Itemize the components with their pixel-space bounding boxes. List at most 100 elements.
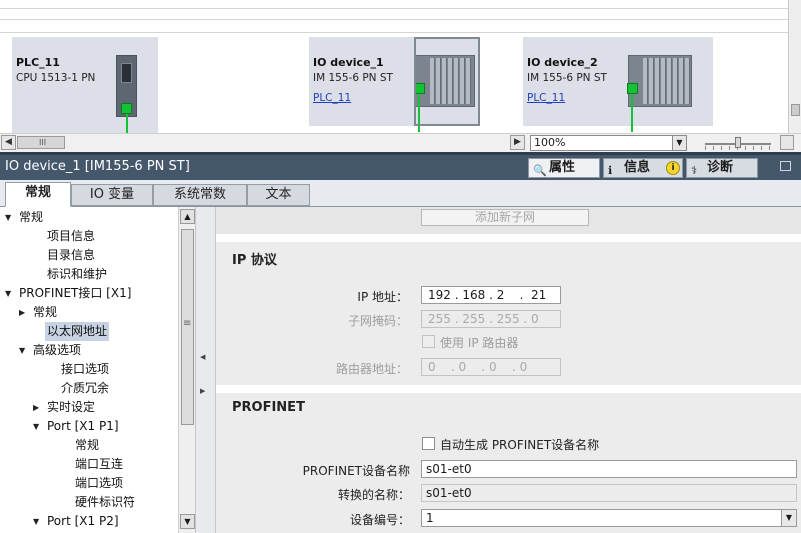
tree-item[interactable]: 实时设定 [47, 398, 95, 417]
tab-io-tags[interactable]: IO 变量 [71, 184, 153, 206]
ip-address-input[interactable]: 192 . 168 . 2 . 21 [421, 286, 561, 304]
zoom-fit-button[interactable] [780, 135, 794, 150]
navigation-tree: ▼ 常规 项目信息 目录信息 标识和维护 ▼ PROFINET接口 [X1] ▶ 常规 以太网地址… [0, 207, 196, 533]
tree-item[interactable]: 端口互连 [75, 455, 123, 474]
expanded-caret-icon[interactable]: ▼ [5, 284, 11, 303]
device-type: IM 155-6 PN ST [313, 72, 393, 84]
network-view[interactable]: PLC_11 CPU 1513-1 PN IO device_1 IM 155-… [0, 0, 801, 133]
device-type: IM 155-6 PN ST [527, 72, 607, 84]
tree-item[interactable]: 常规 [33, 303, 57, 322]
auto-generate-name-checkbox[interactable] [422, 437, 435, 450]
profinet-port-icon[interactable] [121, 103, 132, 114]
zoom-slider-handle[interactable] [735, 137, 741, 148]
profinet-section: PROFINET 自动生成 PROFINET设备名称 PROFINET设备名称 … [216, 393, 801, 533]
tree-item[interactable]: 目录信息 [47, 246, 95, 265]
device-number-select[interactable]: 1 ▼ [421, 509, 797, 527]
router-address-label: 路由器地址： [335, 362, 408, 376]
tree-item[interactable]: 项目信息 [47, 227, 95, 246]
tab-diagnostics[interactable]: ⚕ 诊断 [686, 158, 758, 178]
section-title: IP 协议 [232, 253, 277, 268]
scroll-down-button[interactable]: ▼ [180, 514, 195, 529]
device-type: CPU 1513-1 PN [16, 72, 96, 84]
tree-item[interactable]: 硬件标识符 [75, 493, 135, 512]
network-toolbar: ◀ III ▶ 100% ▼ [0, 133, 801, 152]
tree-item[interactable]: Port [X1 P2] [47, 512, 119, 531]
ip-address-label: IP 地址： [357, 290, 408, 304]
tab-general[interactable]: 常规 [5, 182, 71, 207]
zoom-value: 100% [534, 136, 566, 149]
scroll-right-button[interactable]: ▶ [510, 135, 525, 150]
grid-line [0, 8, 801, 9]
device-plc-11[interactable]: PLC_11 CPU 1513-1 PN [12, 37, 158, 133]
tab-label: 属性 [549, 160, 576, 175]
tab-system-constants[interactable]: 系统常数 [153, 184, 247, 206]
controller-link[interactable]: PLC_11 [527, 92, 565, 104]
device-name: IO device_1 [313, 56, 384, 69]
expanded-caret-icon[interactable]: ▼ [5, 208, 11, 227]
tree-item[interactable]: 接口选项 [61, 360, 109, 379]
horizontal-scroll-thumb[interactable]: III [17, 136, 65, 149]
grid-line [0, 32, 801, 33]
tree-item[interactable]: 常规 [19, 208, 43, 227]
zoom-select[interactable]: 100% ▼ [530, 135, 687, 151]
tree-item[interactable]: 介质冗余 [61, 379, 109, 398]
property-tabs: 常规 IO 变量 系统常数 文本 [0, 180, 801, 207]
collapsed-caret-icon[interactable]: ▶ [33, 398, 39, 417]
converted-name-field: s01-et0 [421, 484, 797, 502]
scroll-left-button[interactable]: ◀ [1, 135, 16, 150]
network-line [631, 94, 633, 132]
network-vertical-scrollbar[interactable] [788, 0, 801, 133]
tree-item[interactable]: 以太网地址 [45, 322, 110, 341]
tree-item[interactable]: PROFINET接口 [X1] [19, 284, 131, 303]
expanded-caret-icon[interactable]: ▼ [33, 417, 39, 436]
device-name: PLC_11 [16, 56, 60, 69]
expanded-caret-icon[interactable]: ▼ [33, 512, 39, 531]
tab-properties[interactable]: 🔍 属性 [528, 158, 600, 178]
tab-label: 信息 [624, 160, 651, 175]
scroll-up-button[interactable]: ▲ [180, 209, 195, 224]
add-subnet-button[interactable]: 添加新子网 [421, 209, 589, 226]
section-title: PROFINET [232, 400, 305, 415]
chevron-down-icon[interactable]: ▼ [672, 136, 686, 150]
io-rack-icon [628, 55, 692, 107]
profinet-device-name-input[interactable]: s01-et0 [421, 460, 797, 478]
grid-line [0, 19, 801, 20]
chevron-down-icon[interactable]: ▼ [781, 510, 796, 526]
controller-link[interactable]: PLC_11 [313, 92, 351, 104]
cpu-display-icon [121, 63, 132, 83]
expanded-caret-icon[interactable]: ▼ [19, 341, 25, 360]
use-router-checkbox[interactable] [422, 335, 435, 348]
network-line [126, 114, 128, 133]
info-icon: ℹ [608, 164, 613, 177]
profinet-port-icon[interactable] [627, 83, 638, 94]
converted-name-label: 转换的名称： [337, 488, 410, 502]
router-address-input[interactable]: 0 . 0 . 0 . 0 [421, 358, 561, 376]
subnet-mask-label: 子网掩码： [347, 314, 408, 328]
device-io-device-2[interactable]: IO device_2 IM 155-6 PN ST PLC_11 [523, 37, 713, 132]
section-divider [216, 234, 801, 242]
diagnostics-icon: ⚕ [691, 164, 697, 177]
scroll-thumb[interactable]: ≡ [181, 229, 194, 425]
collapsed-caret-icon[interactable]: ▶ [19, 303, 25, 322]
tree-item[interactable]: 端口选项 [75, 474, 123, 493]
tab-texts[interactable]: 文本 [247, 184, 310, 206]
subnet-section: 添加新子网 [216, 207, 801, 234]
expand-right-icon[interactable]: ▶ [200, 387, 205, 395]
collapse-left-icon[interactable]: ◀ [200, 353, 205, 361]
scroll-thumb[interactable] [791, 104, 800, 116]
selected-module-frame [414, 37, 480, 126]
window-restore-icon[interactable] [780, 161, 791, 171]
profinet-device-name-label: PROFINET设备名称 [302, 464, 410, 478]
grip-icon: III [39, 138, 47, 147]
panel-splitter[interactable]: ◀ ▶ [196, 207, 216, 533]
section-divider [216, 385, 801, 393]
subnet-mask-input[interactable]: 255 . 255 . 255 . 0 [421, 310, 561, 328]
tree-item[interactable]: Port [X1 P1] [47, 417, 119, 436]
device-name: IO device_2 [527, 56, 598, 69]
properties-icon: 🔍 [533, 164, 547, 177]
tree-item[interactable]: 高级选项 [33, 341, 81, 360]
ip-protocol-section: IP 协议 IP 地址： 192 . 168 . 2 . 21 子网掩码： 25… [216, 242, 801, 385]
tree-scrollbar[interactable]: ▲ ≡ ▼ [178, 207, 195, 533]
tree-item[interactable]: 标识和维护 [47, 265, 107, 284]
tree-item[interactable]: 常规 [75, 436, 99, 455]
